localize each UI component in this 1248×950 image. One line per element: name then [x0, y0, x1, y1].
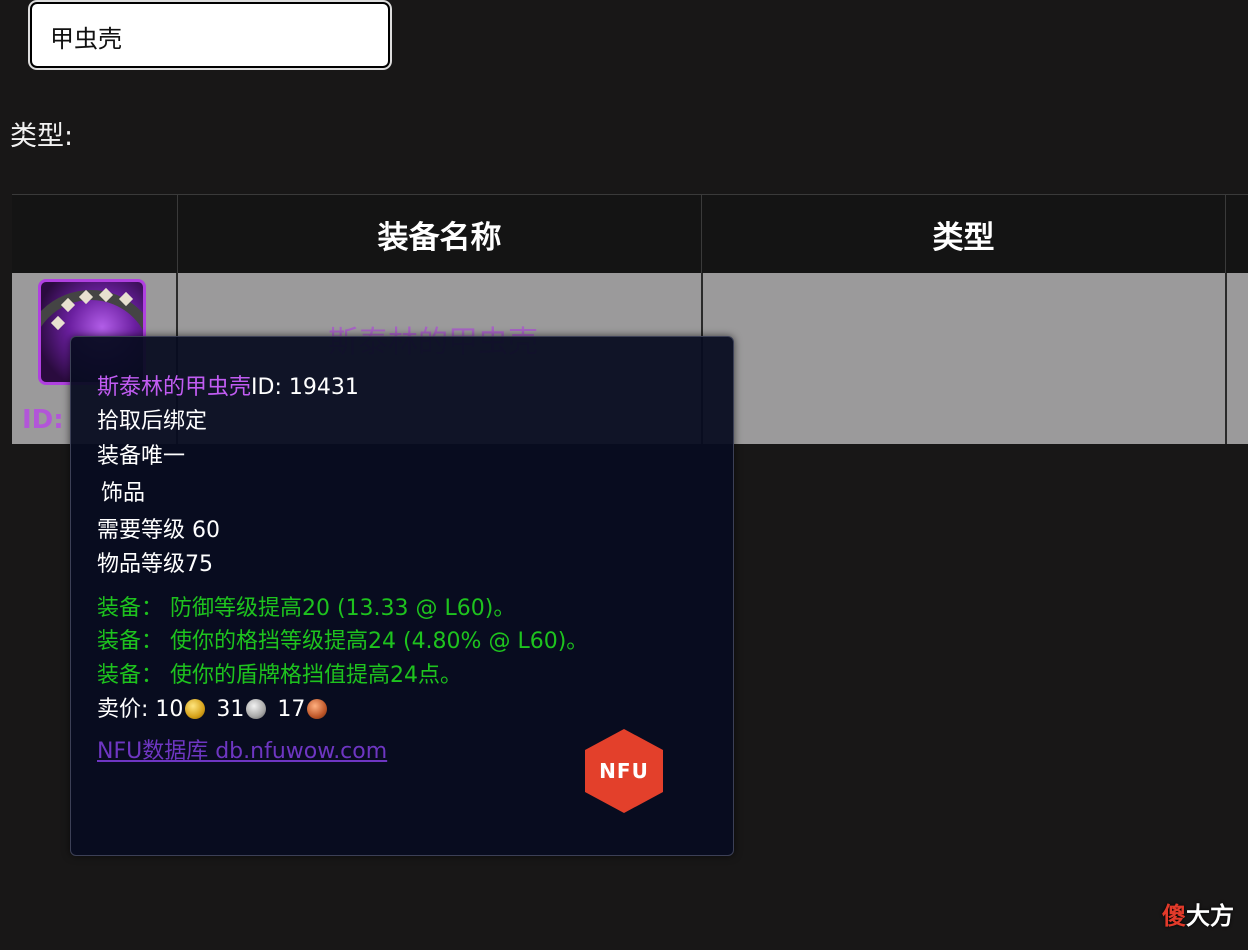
watermark-first-char: 傻	[1162, 902, 1186, 930]
header-icon-col	[12, 195, 177, 273]
tooltip-slot: 饰品	[101, 481, 146, 506]
sell-copper-value: 17	[277, 697, 306, 722]
nfu-logo-icon: NFU	[585, 729, 663, 813]
tooltip-unique: 装备唯一	[97, 444, 186, 469]
copper-coin-icon	[307, 699, 328, 719]
tooltip-item-id: ID: 19431	[251, 375, 359, 400]
table-header: 装备名称 类型	[12, 194, 1248, 273]
tooltip-effect: 装备： 使你的格挡等级提高24 (4.80% @ L60)。	[97, 629, 589, 654]
cell-type	[701, 273, 1225, 444]
item-tooltip: 斯泰林的甲虫壳ID: 19431 拾取后绑定 装备唯一 饰品 需要等级 60 物…	[70, 336, 734, 856]
header-extra	[1225, 195, 1248, 273]
header-type[interactable]: 类型	[701, 195, 1225, 273]
gold-coin-icon	[185, 699, 206, 719]
header-name[interactable]: 装备名称	[177, 195, 701, 273]
silver-coin-icon	[246, 699, 267, 719]
tooltip-bind: 拾取后绑定	[97, 409, 208, 434]
tooltip-item-level: 物品等级75	[97, 552, 213, 577]
sell-gold-value: 10	[155, 697, 184, 722]
tooltip-req-level: 需要等级 60	[97, 518, 220, 543]
type-filter-label: 类型:	[10, 121, 74, 152]
search-input[interactable]	[50, 20, 370, 52]
watermark-rest: 大方	[1186, 902, 1234, 930]
cell-extra	[1225, 273, 1248, 444]
row-id-label: ID:	[22, 405, 64, 435]
sell-silver-value: 31	[216, 697, 245, 722]
database-link[interactable]: NFU数据库 db.nfuwow.com	[97, 733, 387, 765]
tooltip-effect: 装备： 防御等级提高20 (13.33 @ L60)。	[97, 596, 516, 621]
tooltip-title-line: 斯泰林的甲虫壳ID: 19431	[97, 369, 359, 401]
sell-price-label: 卖价:	[97, 697, 149, 722]
tooltip-sell-price: 卖价: 10 31 17	[97, 691, 331, 723]
tooltip-effect: 装备： 使你的盾牌格挡值提高24点。	[97, 663, 462, 688]
tooltip-item-name: 斯泰林的甲虫壳	[97, 375, 252, 400]
search-box[interactable]	[30, 2, 390, 68]
watermark: 傻大方	[1162, 896, 1234, 931]
